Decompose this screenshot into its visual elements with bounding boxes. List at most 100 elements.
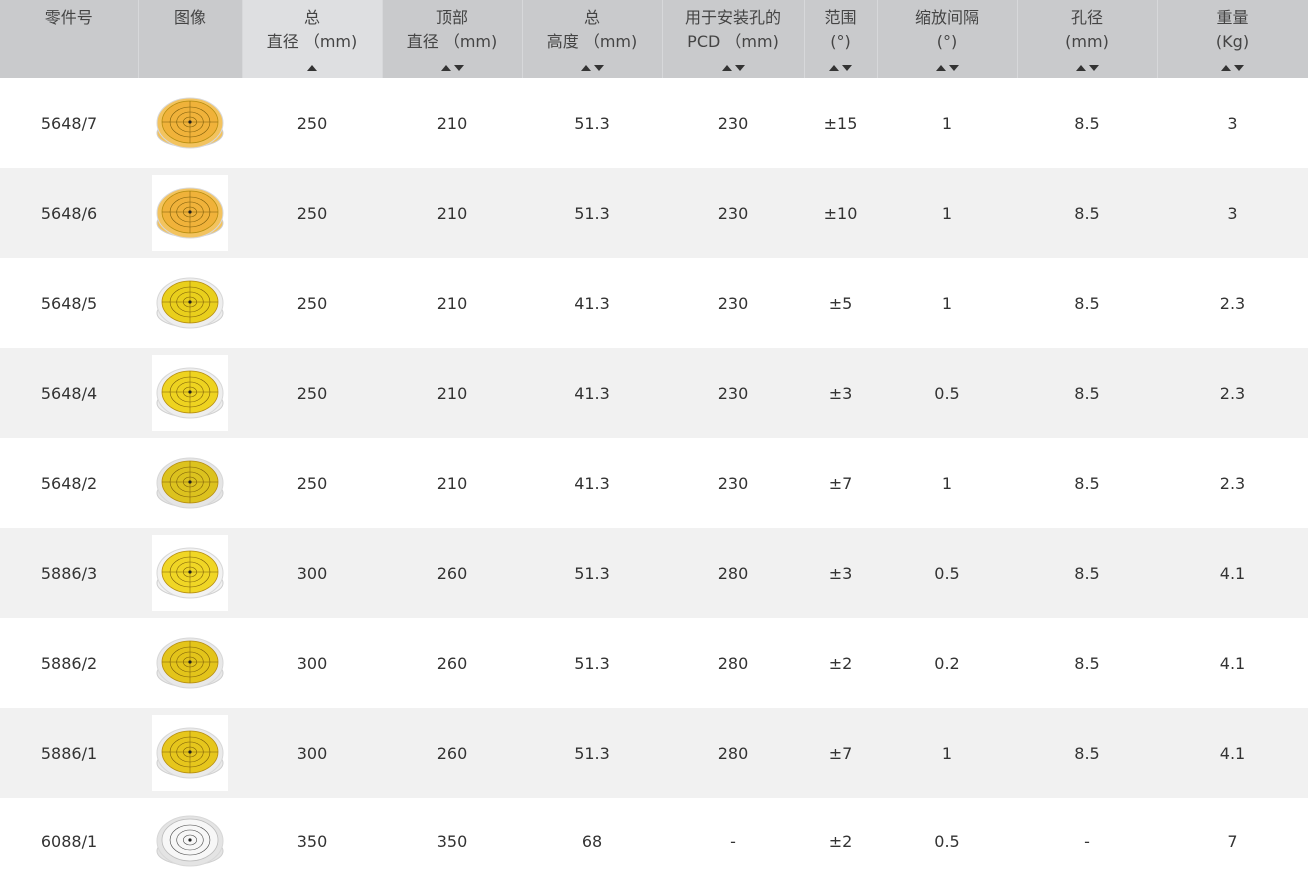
cell-pcd: - — [730, 831, 736, 851]
column-header-8[interactable]: 孔径 (mm) — [1017, 0, 1158, 78]
cell-hole: - — [1084, 831, 1090, 851]
cell-pcd: 280 — [717, 653, 749, 673]
cell-scale: 0.5 — [877, 528, 1017, 618]
yellow-bubble-level-icon[interactable] — [152, 535, 228, 611]
sort-descending-icon[interactable] — [948, 65, 959, 71]
column-header-7[interactable]: 缩放间隔 (°) — [877, 0, 1018, 78]
sort-ascending-icon[interactable] — [307, 65, 317, 71]
cell-hole: 8.5 — [1074, 293, 1100, 313]
sort-control[interactable] — [307, 63, 317, 73]
column-header-label: 零件号 — [44, 8, 93, 27]
image-cell — [138, 618, 242, 708]
table-row: 5886/3 300 260 51.3 280 ±3 0.5 8.5 4.1 — [0, 528, 1308, 618]
column-header-0: 零件号 — [0, 0, 139, 78]
sort-control[interactable] — [1075, 63, 1099, 73]
sort-control[interactable] — [721, 63, 745, 73]
sort-descending-icon[interactable] — [734, 65, 745, 71]
yellow-bubble-level-icon[interactable] — [152, 625, 228, 701]
column-header-6[interactable]: 范围 (°) — [804, 0, 878, 78]
cell-weight: 7 — [1227, 831, 1238, 851]
cell-h: 51.3 — [522, 168, 662, 258]
cell-hole: 8.5 — [1017, 708, 1157, 798]
cell-scale: 1 — [941, 473, 953, 493]
yellow-bubble-level-icon[interactable] — [152, 715, 228, 791]
cell-pcd: 230 — [717, 293, 749, 313]
column-header-1: 图像 — [138, 0, 243, 78]
orange-bubble-level-icon[interactable] — [152, 175, 228, 251]
cell-weight: 3 — [1157, 168, 1308, 258]
yellow-bubble-level-icon[interactable] — [152, 445, 228, 521]
column-header-2[interactable]: 总直径 （mm) — [242, 0, 383, 78]
cell-scale: 0.5 — [934, 831, 960, 851]
sort-control[interactable] — [1221, 63, 1244, 73]
image-cell — [138, 348, 242, 438]
cell-weight: 4.1 — [1157, 528, 1308, 618]
sort-control[interactable] — [440, 63, 464, 73]
cell-scale: 0.2 — [934, 653, 960, 673]
image-cell — [138, 258, 242, 348]
orange-bubble-level-icon[interactable] — [152, 85, 228, 161]
sort-ascending-icon[interactable] — [1221, 65, 1231, 71]
column-header-3[interactable]: 顶部 直径 （mm) — [382, 0, 523, 78]
table-row: 6088/1 350 350 68 - ±2 0.5 - 7 — [0, 798, 1308, 884]
cell-top: 210 — [382, 348, 522, 438]
cell-top: 350 — [436, 831, 468, 851]
sort-descending-icon[interactable] — [1088, 65, 1099, 71]
sort-descending-icon[interactable] — [593, 65, 604, 71]
table-row: 5648/2 250 210 41.3 230 ±7 1 8.5 2.3 — [0, 438, 1308, 528]
column-header-label: 总 — [303, 8, 320, 27]
cell-scale: 0.5 — [877, 348, 1017, 438]
image-cell — [138, 798, 242, 884]
sort-ascending-icon[interactable] — [440, 65, 451, 71]
sort-ascending-icon[interactable] — [721, 65, 732, 71]
cell-hole: 8.5 — [1017, 348, 1157, 438]
column-header-label: (°) — [830, 32, 851, 51]
sort-descending-icon[interactable] — [842, 65, 852, 71]
cell-range: ±2 — [828, 831, 853, 851]
yellow-bubble-level-icon[interactable] — [152, 355, 228, 431]
sort-ascending-icon[interactable] — [1075, 65, 1086, 71]
cell-weight: 2.3 — [1157, 348, 1308, 438]
cell-d: 300 — [296, 653, 328, 673]
table-row: 5648/7 250 210 51.3 230 ±15 1 8.5 3 — [0, 78, 1308, 168]
cell-h: 51.3 — [574, 653, 610, 673]
sort-ascending-icon[interactable] — [935, 65, 946, 71]
sort-ascending-icon[interactable] — [580, 65, 591, 71]
sort-control[interactable] — [829, 63, 852, 73]
column-header-label: (Kg) — [1215, 32, 1250, 51]
cell-d: 250 — [296, 293, 328, 313]
sort-control[interactable] — [935, 63, 959, 73]
cell-top: 210 — [436, 113, 468, 133]
image-cell — [138, 438, 242, 528]
column-header-4[interactable]: 总高度 （mm) — [522, 0, 663, 78]
table-header-row: 零件号 图像总直径 （mm) 顶部 直径 （mm) 总高度 （mm) 用于安装孔的 PCD … — [0, 0, 1308, 78]
column-header-label: (mm) — [1065, 32, 1109, 51]
cell-part: 5886/1 — [0, 708, 138, 798]
column-header-9[interactable]: 重量 (Kg) — [1157, 0, 1308, 78]
sort-ascending-icon[interactable] — [829, 65, 839, 71]
yellow-bubble-level-icon[interactable] — [152, 265, 228, 341]
column-header-5[interactable]: 用于安装孔的 PCD （mm) — [662, 0, 805, 78]
column-header-label: PCD （mm) — [687, 32, 779, 51]
cell-d: 250 — [296, 113, 328, 133]
cell-top: 260 — [436, 653, 468, 673]
column-header-label: (°) — [936, 32, 958, 51]
cell-weight: 4.1 — [1157, 708, 1308, 798]
sort-control[interactable] — [580, 63, 604, 73]
cell-h: 41.3 — [574, 473, 610, 493]
column-header-label: 孔径 — [1070, 8, 1103, 27]
sort-descending-icon[interactable] — [1234, 65, 1244, 71]
cell-hole: 8.5 — [1017, 168, 1157, 258]
table-row: 5648/5 250 210 41.3 230 ±5 1 8.5 2.3 — [0, 258, 1308, 348]
cell-d: 250 — [296, 473, 328, 493]
cell-part: 5886/3 — [0, 528, 138, 618]
cell-d: 300 — [242, 528, 382, 618]
cell-range: ±3 — [804, 528, 877, 618]
cell-top: 210 — [436, 293, 468, 313]
white-bubble-level-icon[interactable] — [152, 803, 228, 879]
cell-part: 5648/2 — [40, 473, 98, 493]
cell-scale: 1 — [941, 113, 953, 133]
cell-hole: 8.5 — [1074, 113, 1100, 133]
cell-hole: 8.5 — [1074, 473, 1100, 493]
sort-descending-icon[interactable] — [453, 65, 464, 71]
